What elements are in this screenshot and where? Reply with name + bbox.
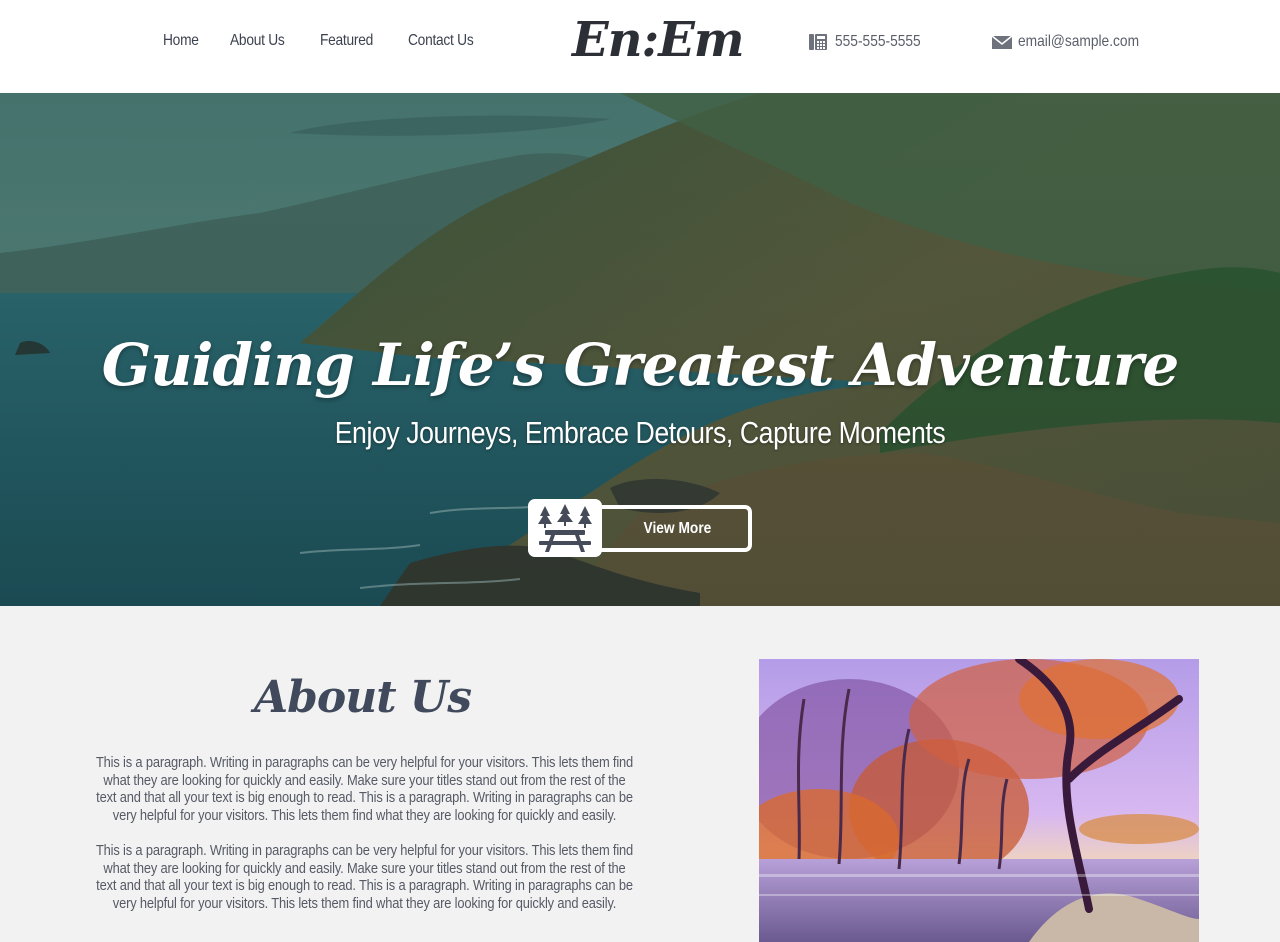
nav-contact-us[interactable]: Contact Us bbox=[408, 32, 474, 50]
hero-title: Guiding Life’s Greatest Adventure bbox=[101, 331, 1180, 399]
nav-home[interactable]: Home bbox=[163, 32, 199, 50]
phone-contact[interactable]: 555-555-5555 bbox=[808, 32, 935, 52]
about-us-heading: About Us bbox=[253, 672, 472, 723]
phone-number: 555-555-5555 bbox=[835, 33, 921, 50]
about-paragraph-2: This is a paragraph. Writing in paragrap… bbox=[95, 842, 634, 912]
autumn-lake-photo bbox=[759, 659, 1199, 942]
nav-featured[interactable]: Featured bbox=[320, 32, 373, 50]
hero-subtitle: Enjoy Journeys, Embrace Detours, Capture… bbox=[334, 415, 946, 450]
view-more-button[interactable]: View More bbox=[588, 505, 752, 552]
site-logo[interactable]: En:Em bbox=[572, 12, 745, 68]
email-address: email@sample.com bbox=[1018, 33, 1140, 50]
main-nav: Home About Us Featured Contact Us bbox=[163, 32, 484, 50]
phone-icon bbox=[808, 32, 828, 52]
email-contact[interactable]: email@sample.com bbox=[991, 32, 1159, 52]
picnic-table-icon bbox=[528, 499, 602, 557]
nav-about-us[interactable]: About Us bbox=[230, 32, 285, 50]
view-more-cta[interactable]: View More bbox=[528, 499, 752, 557]
envelope-icon bbox=[991, 32, 1013, 52]
site-header: Home About Us Featured Contact Us En:Em … bbox=[0, 0, 1280, 93]
about-paragraph-1: This is a paragraph. Writing in paragrap… bbox=[95, 754, 634, 824]
hero-banner: Guiding Life’s Greatest Adventure Enjoy … bbox=[0, 93, 1280, 606]
